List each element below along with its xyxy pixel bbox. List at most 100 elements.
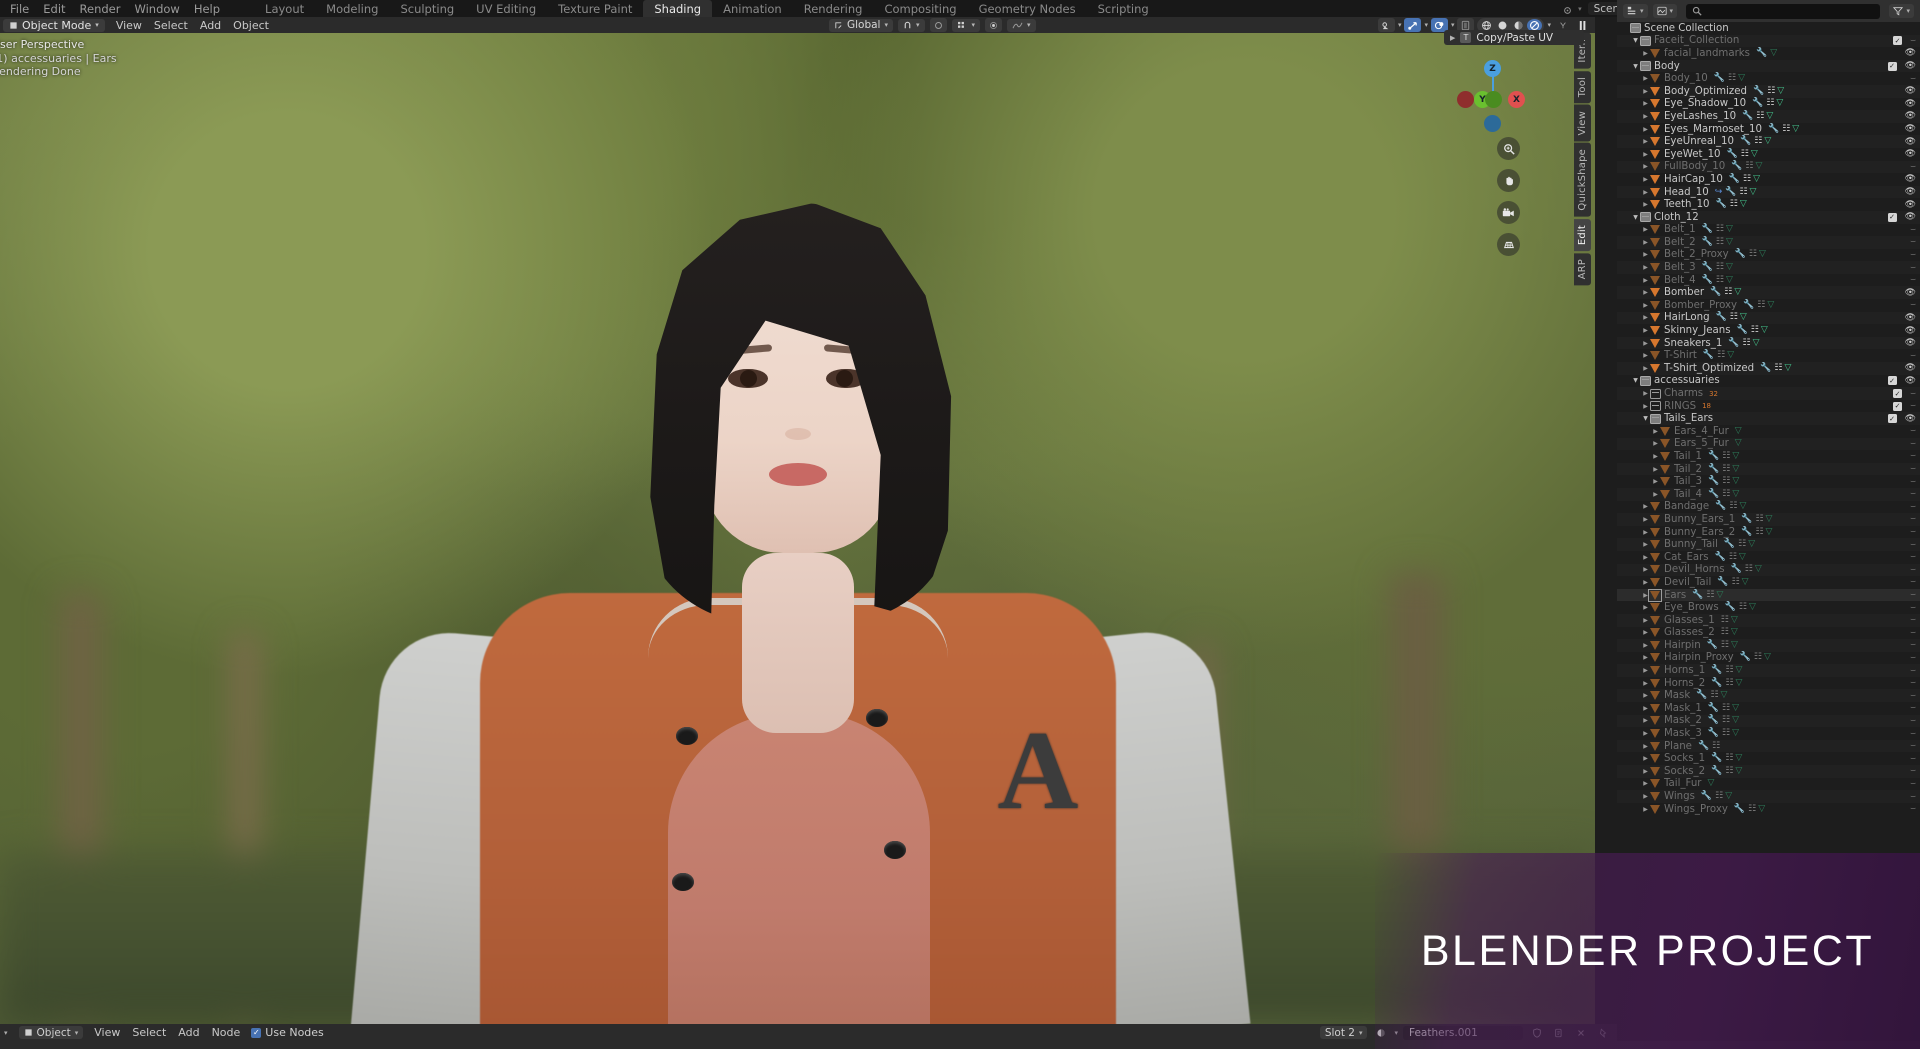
transform-orientation-dropdown[interactable]: Global ▾ [828,18,893,32]
outliner-row[interactable]: ▶ Body_10 🔧 ☷ ▽ ⌣ [1617,72,1920,85]
chevron-right-icon[interactable]: ▶ [1641,529,1650,536]
outliner-row[interactable]: ▶ Head_10 ↪ 🔧 ☷ ▽ 👁 [1617,185,1920,199]
chevron-right-icon[interactable]: ▶ [1450,34,1455,42]
outliner-row[interactable]: ▶ Socks_1 🔧 ☷ ▽ ⌣ [1617,752,1920,765]
object-visibility-dropdown[interactable] [1377,18,1395,32]
wrench-icon[interactable]: 🔧 [1715,502,1726,511]
zoom-icon[interactable] [1497,137,1520,160]
outliner-row[interactable]: ▶ Mask_1 🔧 ☷ ▽ ⌣ [1617,702,1920,715]
mod-icon[interactable]: ☷ [1749,250,1757,259]
mod-icon[interactable]: ☷ [1721,640,1729,650]
outliner-row[interactable]: ▶ Devil_Tail 🔧 ☷ ▽ ⌣ [1617,576,1920,589]
mod-icon[interactable]: ☷ [1721,628,1729,637]
eye-closed-icon[interactable]: ⌣ [1910,653,1916,663]
mod-icon[interactable]: ☷ [1774,363,1782,373]
outliner-row[interactable]: ▶ EyeUnreal_10 🔧 ☷ ▽ 👁 [1617,135,1920,148]
mod-icon[interactable]: ☷ [1725,666,1733,675]
wrench-icon[interactable]: 🔧 [1740,137,1751,146]
mod-icon[interactable]: ☷ [1722,489,1730,499]
mod-icon[interactable]: ☷ [1751,326,1759,335]
mod-icon[interactable]: ☷ [1743,338,1751,348]
eye-closed-icon[interactable]: ⌣ [1910,502,1916,512]
mod-icon[interactable]: ☷ [1724,288,1732,297]
tri-icon[interactable]: ▽ [1735,754,1742,763]
proportional-falloff-dropdown[interactable]: ▾ [951,18,981,32]
wrench-icon[interactable]: 🔧 [1717,577,1728,587]
npanel-tab-quickshape[interactable]: QuickShape [1574,143,1591,217]
chevron-right-icon[interactable]: ▶ [1641,793,1650,800]
chevron-right-icon[interactable]: ▶ [1641,503,1650,510]
tri-icon[interactable]: ▽ [1734,288,1741,297]
mod-icon[interactable]: ☷ [1729,502,1737,511]
outliner-row[interactable]: ▶ HairLong 🔧 ☷ ▽ 👁 [1617,311,1920,325]
chevron-right-icon[interactable]: ▶ [1641,365,1650,372]
tri-icon[interactable]: ▽ [1726,237,1733,247]
outliner-row[interactable]: ▶ Sneakers_1 🔧 ☷ ▽ 👁 [1617,336,1920,350]
wrench-icon[interactable]: 🔧 [1696,691,1707,700]
wrench-icon[interactable]: 🔧 [1735,250,1746,259]
tri-icon[interactable]: ▽ [1750,187,1757,197]
tri-icon[interactable]: ▽ [1761,326,1768,335]
mod-icon[interactable]: ☷ [1728,74,1736,83]
gizmo-axis-x[interactable]: X [1508,91,1525,108]
workspace-tab-modeling[interactable]: Modeling [315,0,389,18]
outliner-editor-type-button[interactable]: ▾ [1623,4,1648,18]
chevron-down-icon[interactable]: ▼ [1631,214,1640,221]
wrench-icon[interactable]: 🔧 [1703,351,1714,360]
mod-icon[interactable]: ☷ [1755,527,1763,537]
eye-icon[interactable]: 👁 [1905,200,1916,210]
exclude-checkbox[interactable]: ✓ [1893,36,1903,46]
outliner-row[interactable]: ▶ RINGS 18 ✓ ⌣ [1617,400,1920,413]
wrench-icon[interactable]: 🔧 [1708,451,1719,461]
chevron-down-icon[interactable]: ▼ [1631,63,1640,70]
wrench-icon[interactable]: 🔧 [1729,174,1740,184]
wrench-icon[interactable]: 🔧 [1711,678,1722,688]
exclude-checkbox[interactable]: ✓ [1887,212,1897,222]
chevron-right-icon[interactable]: ▶ [1641,75,1650,82]
mod-icon[interactable]: ☷ [1757,300,1765,310]
tri-icon[interactable]: ▽ [1748,540,1755,549]
mod-icon[interactable]: ☷ [1725,766,1733,776]
eye-icon[interactable]: 👁 [1905,187,1916,197]
gizmo-toggle[interactable] [1404,18,1422,32]
eye-closed-icon[interactable]: ⌣ [1910,779,1916,789]
ret-icon[interactable]: ↪ [1715,187,1723,197]
gizmo-axis-z[interactable]: Z [1484,60,1501,77]
tri-icon[interactable]: ▽ [1756,162,1763,171]
eye-icon[interactable]: 👁 [1905,137,1916,147]
snap-toggle[interactable]: ▾ [898,18,925,32]
tri-icon[interactable]: ▽ [1731,615,1738,625]
outliner-row[interactable]: ▶ Devil_Horns 🔧 ☷ ▽ ⌣ [1617,563,1920,577]
mod-icon[interactable]: ☷ [1756,111,1764,121]
mod-icon[interactable]: ☷ [1716,225,1724,234]
chevron-right-icon[interactable]: ▶ [1651,491,1660,498]
chevron-down-icon[interactable]: ▼ [1631,377,1640,384]
wrench-icon[interactable]: 🔧 [1737,326,1748,335]
outliner-row[interactable]: ▶ Body_Optimized 🔧 ☷ ▽ 👁 [1617,84,1920,98]
chevron-right-icon[interactable]: ▶ [1641,743,1650,750]
outliner-row[interactable]: ▼ accessuaries ✓ 👁 [1617,375,1920,388]
eye-closed-icon[interactable]: ⌣ [1910,351,1916,361]
wrench-icon[interactable]: 🔧 [1728,338,1739,348]
eye-closed-icon[interactable]: ⌣ [1910,451,1916,461]
tri-icon[interactable]: ▽ [1732,729,1739,738]
wrench-icon[interactable]: 🔧 [1743,300,1754,310]
mod-icon[interactable]: ☷ [1706,590,1714,600]
eye-closed-icon[interactable]: ⌣ [1910,628,1916,638]
mod-icon[interactable]: ☷ [1722,716,1730,725]
tri-icon[interactable]: ▽ [1758,804,1765,814]
wrench-icon[interactable]: 🔧 [1724,540,1735,549]
eye-icon[interactable]: 👁 [1905,111,1916,121]
chevron-down-icon[interactable]: ▾ [1547,21,1551,29]
tri-icon[interactable]: ▽ [1777,86,1784,96]
wrench-icon[interactable]: 🔧 [1741,527,1752,537]
wrench-icon[interactable]: 🔧 [1716,200,1727,209]
eye-closed-icon[interactable]: ⌣ [1910,426,1916,436]
outliner-row[interactable]: ▶ T-Shirt_Optimized 🔧 ☷ ▽ 👁 [1617,362,1920,375]
proportional-edit-toggle[interactable] [929,18,947,32]
tri-icon[interactable]: ▽ [1739,552,1746,562]
chevron-right-icon[interactable]: ▶ [1641,780,1650,787]
tri-icon[interactable]: ▽ [1721,691,1728,700]
eye-closed-icon[interactable]: ⌣ [1910,275,1916,285]
wrench-icon[interactable]: 🔧 [1742,111,1753,121]
